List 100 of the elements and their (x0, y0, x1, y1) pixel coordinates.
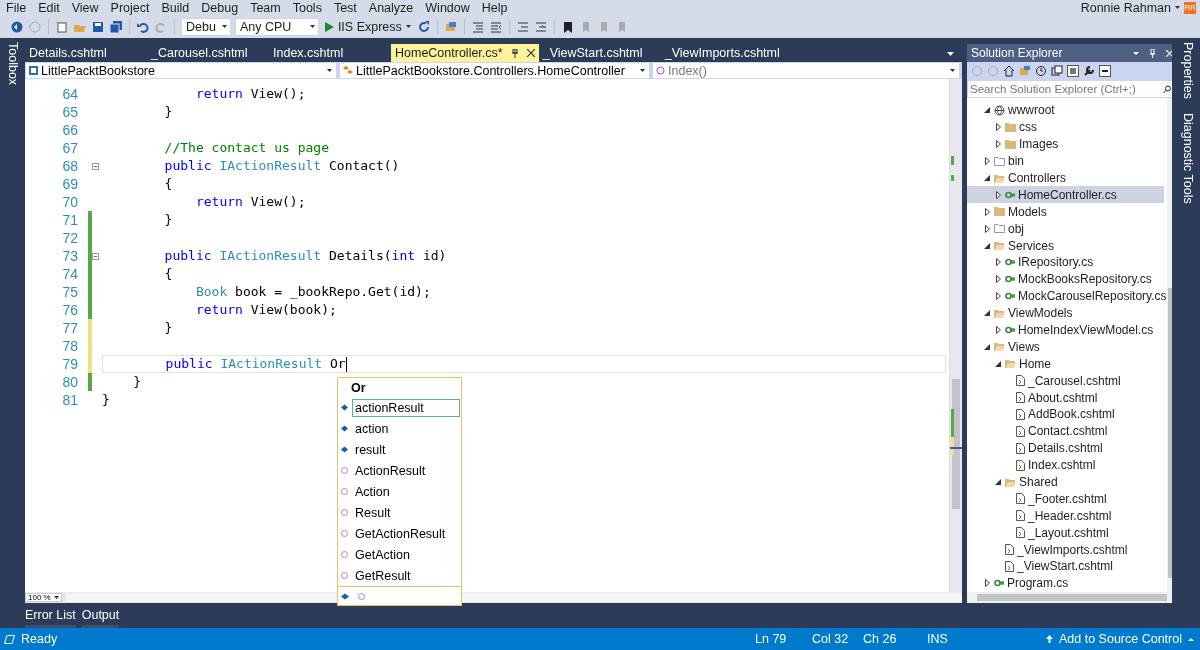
properties-icon[interactable] (1083, 65, 1095, 77)
browser-link-icon[interactable] (443, 19, 458, 34)
collapsed-arrow-icon[interactable] (995, 292, 1001, 301)
type-dropdown[interactable]: LittlePacktBookstore.Controllers.HomeController (339, 62, 650, 79)
menu-item[interactable]: Help (475, 0, 514, 15)
file-tab[interactable]: Index.cshtml (269, 44, 387, 62)
file-tab[interactable]: HomeController.cs* (391, 44, 539, 62)
tree-item[interactable]: Program.cs (1007, 576, 1069, 591)
tab-list-caret-icon[interactable] (947, 52, 954, 56)
completion-item[interactable]: actionResult (352, 398, 460, 417)
uncomment-icon[interactable] (533, 19, 548, 34)
save-all-icon[interactable] (109, 19, 123, 34)
platform-dropdown[interactable]: Any CPU (234, 17, 319, 36)
search-field[interactable]: Search Solution Explorer (Ctrl+;) (967, 80, 1172, 98)
file-tab[interactable]: _Carousel.cshtml (147, 44, 265, 62)
tree-item[interactable]: obj (1008, 221, 1024, 236)
preview-icon[interactable] (1099, 65, 1111, 77)
close-icon[interactable] (526, 49, 535, 57)
completion-item[interactable]: Action (352, 482, 393, 501)
tree-item[interactable]: Contact.cshtml (1028, 424, 1108, 439)
menu-item[interactable]: Edit (32, 0, 66, 15)
member-dropdown[interactable]: Index() (652, 62, 960, 79)
tree-item[interactable]: Services (1008, 238, 1054, 253)
menu-item[interactable]: Build (155, 0, 196, 15)
tree-item[interactable]: bin (1008, 154, 1024, 169)
completion-item[interactable]: GetAction (352, 545, 413, 564)
completion-item[interactable]: Result (352, 503, 394, 522)
back-icon[interactable] (10, 19, 24, 34)
tree-item[interactable]: MockCarouselRepository.cs (1018, 289, 1167, 304)
sync-icon[interactable] (1019, 65, 1031, 77)
menu-item[interactable]: Test (327, 0, 363, 15)
search-icon[interactable] (1161, 84, 1172, 94)
zoom-dropdown[interactable]: 100 % (25, 593, 62, 602)
tree-item[interactable]: HomeController.cs (1018, 187, 1117, 202)
tree-item[interactable]: css (1019, 120, 1037, 135)
collapsed-arrow-icon[interactable] (995, 123, 1001, 132)
completion-item[interactable]: action (352, 419, 392, 438)
outdent-icon[interactable] (488, 19, 503, 34)
menu-item[interactable]: File (0, 0, 33, 15)
menu-item[interactable]: Window (419, 0, 476, 15)
source-control-button[interactable]: Add to Source Control (1046, 632, 1200, 646)
dropdown-caret-icon[interactable] (1132, 51, 1139, 55)
completion-item[interactable]: ActionResult (352, 461, 429, 480)
expanded-arrow-icon[interactable] (984, 242, 990, 249)
expanded-arrow-icon[interactable] (995, 360, 1001, 367)
collapsed-arrow-icon[interactable] (995, 190, 1001, 199)
home-icon[interactable] (1003, 65, 1015, 77)
collapse-icon[interactable] (92, 162, 99, 170)
tool-window-tab[interactable]: Properties (1180, 42, 1195, 99)
tree-item[interactable]: Controllers (1008, 171, 1067, 185)
tool-window-tab[interactable]: Toolbox (5, 42, 20, 86)
completion-item[interactable]: GetActionResult (352, 524, 449, 543)
account-name[interactable]: Ronnie Rahman (1080, 0, 1171, 15)
expanded-arrow-icon[interactable] (984, 175, 990, 181)
tree-item[interactable]: HomeIndexViewModel.cs (1018, 323, 1154, 337)
expanded-arrow-icon[interactable] (984, 343, 990, 350)
collapsed-arrow-icon[interactable] (995, 258, 1001, 267)
expanded-arrow-icon[interactable] (995, 479, 1001, 486)
save-icon[interactable] (91, 19, 105, 34)
expanded-arrow-icon[interactable] (984, 107, 990, 114)
menu-item[interactable]: Analyze (362, 0, 420, 15)
collapsed-arrow-icon[interactable] (995, 140, 1001, 149)
collapsed-arrow-icon[interactable] (995, 326, 1001, 334)
collapsed-arrow-icon[interactable] (995, 275, 1001, 284)
tree-item[interactable]: _ViewImports.cshtml (1017, 542, 1128, 557)
tree-item[interactable]: ViewModels (1008, 306, 1073, 321)
pin-icon[interactable] (510, 48, 519, 58)
tree-item[interactable]: Views (1008, 339, 1040, 354)
completion-item[interactable]: GetResult (352, 566, 414, 585)
history-icon[interactable] (1035, 65, 1047, 77)
tree-item[interactable]: _ViewStart.cshtml (1017, 559, 1113, 574)
tree-item[interactable]: _Layout.cshtml (1028, 525, 1109, 540)
collapsed-arrow-icon[interactable] (984, 224, 990, 233)
vertical-scrollbar[interactable] (949, 79, 962, 592)
tree-item[interactable]: wwwroot (1008, 103, 1055, 118)
comment-icon[interactable] (515, 19, 530, 34)
run-button[interactable]: IIS Express (337, 19, 402, 34)
tool-window-tab[interactable]: Diagnostic Tools (1180, 113, 1195, 204)
tree-item[interactable]: MockBooksRepository.cs (1018, 272, 1152, 287)
tree-item[interactable]: _Footer.cshtml (1028, 491, 1107, 506)
show-all-files-icon[interactable] (1067, 65, 1079, 77)
tree-item[interactable]: _Carousel.cshtml (1028, 373, 1121, 388)
menu-item[interactable]: Project (104, 0, 156, 15)
new-project-icon[interactable] (55, 19, 69, 34)
tree-item[interactable]: _Header.cshtml (1028, 508, 1112, 523)
play-icon[interactable] (324, 21, 334, 32)
collapsed-arrow-icon[interactable] (984, 579, 990, 588)
tree-item[interactable]: Models (1008, 204, 1047, 219)
indent-icon[interactable] (470, 19, 485, 34)
menu-item[interactable]: Tools (286, 0, 328, 15)
file-tab[interactable]: _ViewStart.cshtml (538, 44, 657, 62)
tree-item[interactable]: About.cshtml (1028, 390, 1098, 405)
configuration-dropdown[interactable]: Debu (181, 17, 231, 36)
file-tab[interactable]: Details.cshtml (25, 44, 143, 62)
collapsed-arrow-icon[interactable] (984, 207, 990, 216)
menu-item[interactable]: View (65, 0, 105, 15)
tree-item[interactable]: Shared (1019, 475, 1058, 490)
expanded-arrow-icon[interactable] (984, 310, 990, 317)
tree-item[interactable]: AddBook.cshtml (1028, 407, 1115, 422)
collapse-icon[interactable] (92, 252, 99, 260)
